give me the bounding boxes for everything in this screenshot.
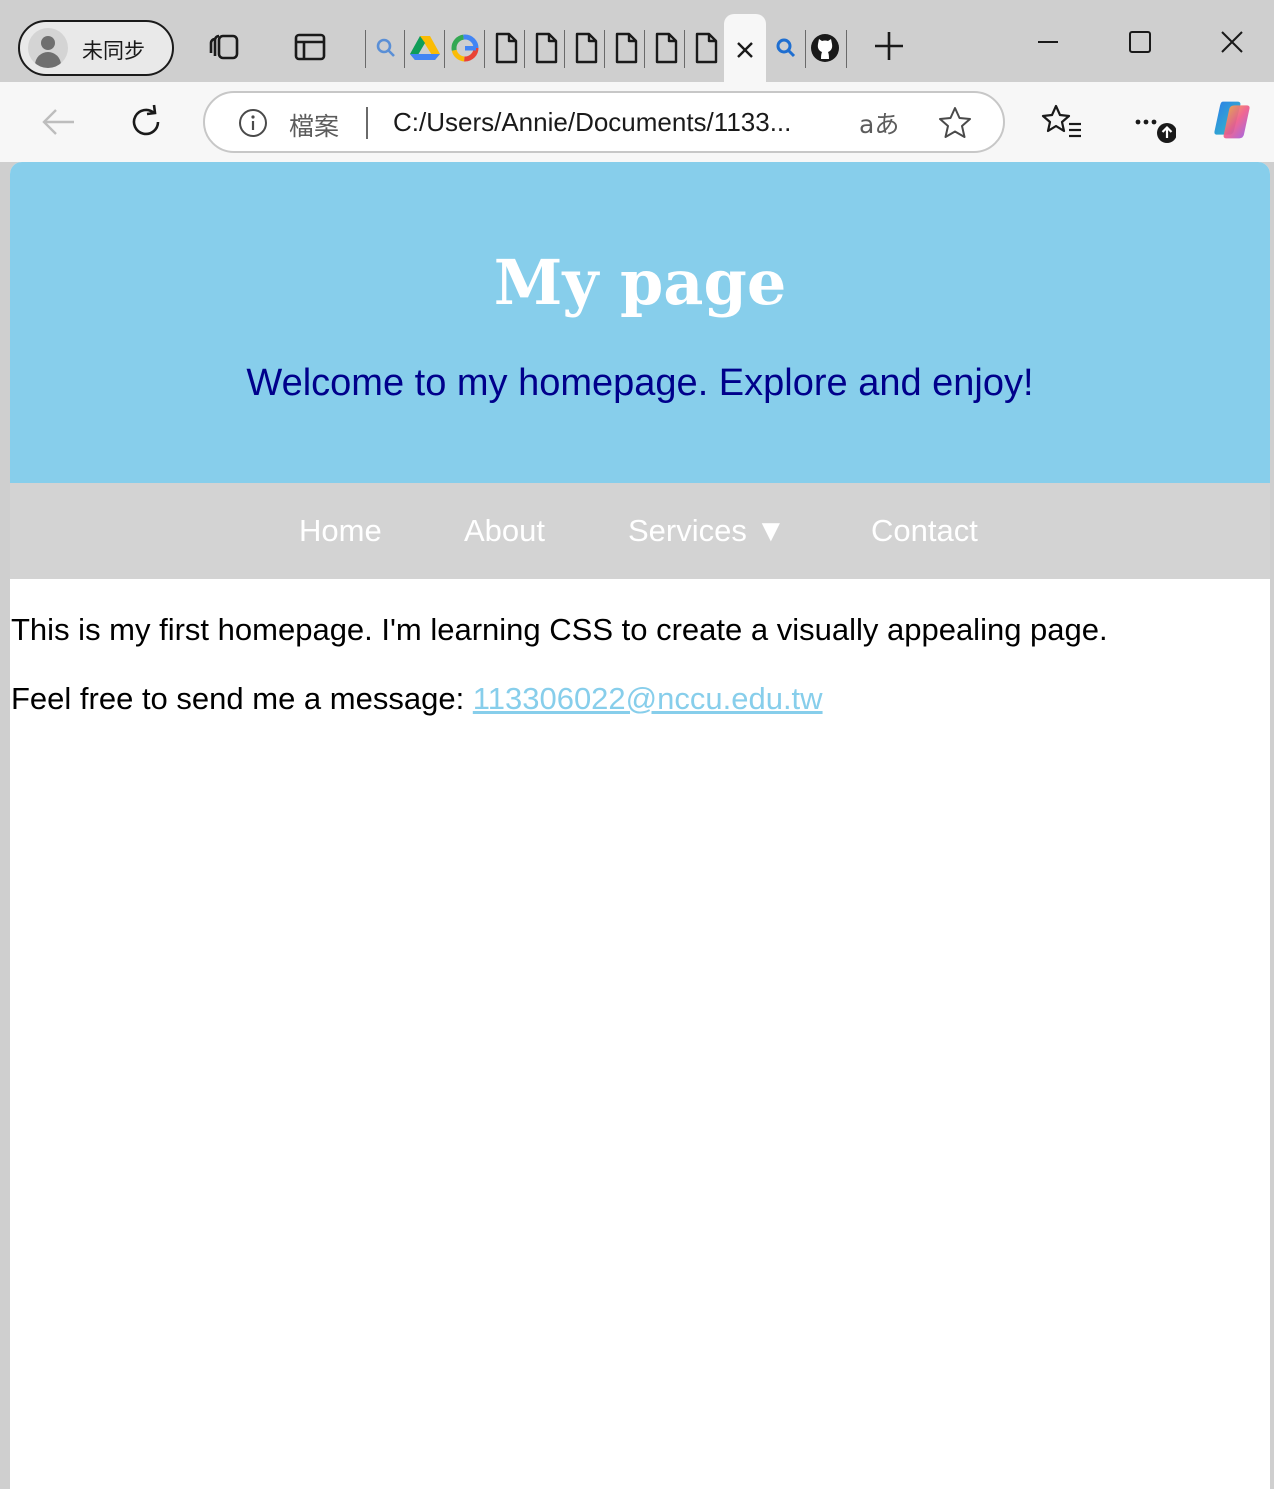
- nav-about-link[interactable]: About: [464, 513, 545, 549]
- profile-label: 未同步: [82, 39, 145, 63]
- page-title: My page: [493, 246, 787, 319]
- site-header: My page Welcome to my homepage. Explore …: [10, 162, 1270, 483]
- address-bar[interactable]: 檔案 C:/Users/Annie/Documents/1133... aあ: [203, 91, 1005, 153]
- maximize-icon[interactable]: [1120, 22, 1160, 62]
- email-link[interactable]: 113306022@nccu.edu.tw: [473, 681, 823, 716]
- vertical-tabs-icon[interactable]: [291, 27, 329, 65]
- site-info-icon[interactable]: [237, 107, 269, 139]
- favorite-star-icon[interactable]: [937, 105, 973, 141]
- avatar: [28, 28, 68, 68]
- refresh-icon[interactable]: [124, 100, 168, 144]
- active-tab[interactable]: [724, 14, 766, 82]
- browser-toolbar: 檔案 C:/Users/Annie/Documents/1133... aあ: [0, 82, 1274, 162]
- site-nav: Home About Services ▼ Contact: [10, 483, 1270, 579]
- tab-document-icon[interactable]: [610, 30, 642, 66]
- page-viewport: My page Welcome to my homepage. Explore …: [10, 162, 1270, 1489]
- contact-prefix: Feel free to send me a message:: [11, 681, 473, 716]
- intro-paragraph: This is my first homepage. I'm learning …: [11, 612, 1108, 647]
- new-tab-icon[interactable]: [870, 27, 908, 65]
- copilot-icon[interactable]: [1210, 98, 1254, 142]
- translate-icon[interactable]: aあ: [859, 105, 899, 141]
- profile-button[interactable]: 未同步: [18, 20, 174, 76]
- back-icon[interactable]: [36, 100, 80, 144]
- workspaces-icon[interactable]: [207, 27, 245, 65]
- nav-home-link[interactable]: Home: [299, 513, 382, 549]
- nav-contact-link[interactable]: Contact: [871, 513, 978, 549]
- close-tab-icon[interactable]: [733, 38, 757, 62]
- url-text[interactable]: C:/Users/Annie/Documents/1133...: [393, 107, 791, 138]
- tab-search-icon[interactable]: [370, 30, 402, 66]
- close-window-icon[interactable]: [1212, 22, 1252, 62]
- nav-services-dropdown[interactable]: Services ▼: [628, 513, 786, 549]
- tab-document-icon[interactable]: [650, 30, 682, 66]
- tab-document-icon[interactable]: [690, 30, 722, 66]
- tab-document-icon[interactable]: [490, 30, 522, 66]
- tab-document-icon[interactable]: [530, 30, 562, 66]
- tab-search-icon[interactable]: [770, 30, 802, 66]
- file-scheme-label: 檔案: [289, 112, 340, 141]
- more-options-icon[interactable]: [1132, 102, 1176, 146]
- minimize-icon[interactable]: [1028, 22, 1068, 62]
- tab-document-icon[interactable]: [570, 30, 602, 66]
- contact-paragraph: Feel free to send me a message: 11330602…: [11, 681, 823, 717]
- tab-strip: 未同步: [0, 0, 1274, 82]
- tab-google-drive-icon[interactable]: [409, 30, 441, 66]
- tab-github-icon[interactable]: [809, 30, 841, 66]
- page-subtitle: Welcome to my homepage. Explore and enjo…: [246, 362, 1034, 404]
- favorites-icon[interactable]: [1041, 100, 1085, 144]
- tab-google-icon[interactable]: [449, 30, 481, 66]
